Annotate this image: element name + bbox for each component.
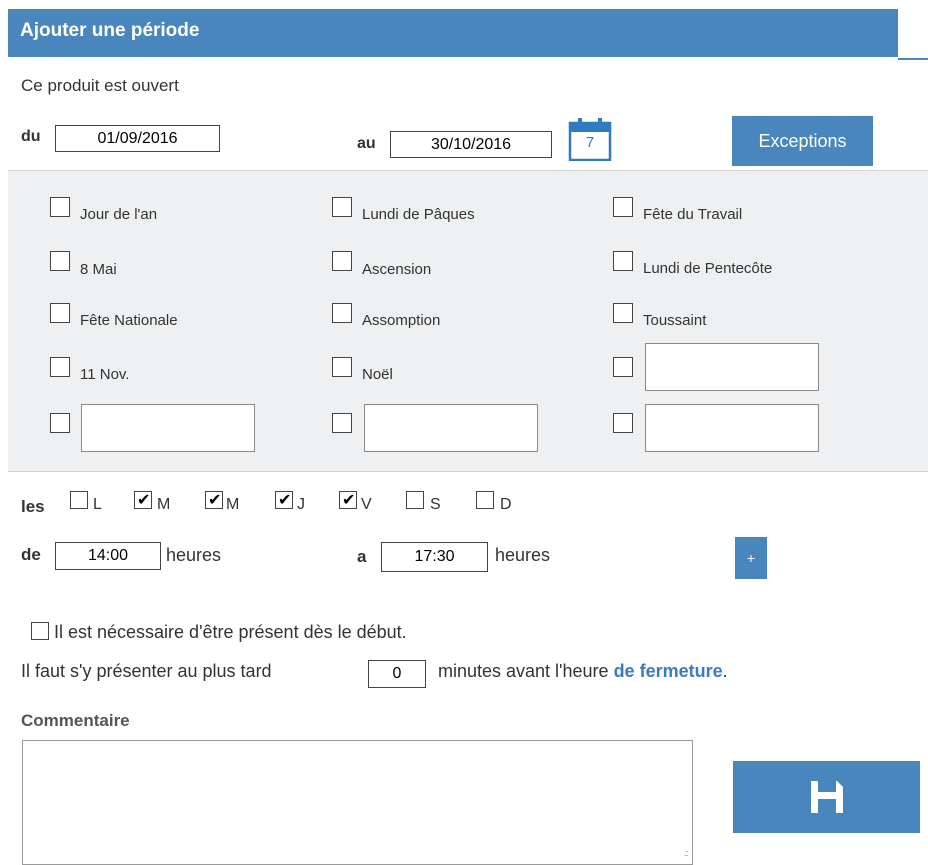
day-checkbox-tuesday[interactable]: ✔	[134, 491, 152, 509]
add-hours-button[interactable]: +	[735, 537, 767, 579]
day-letter: L	[93, 496, 102, 513]
custom-holiday-input[interactable]	[364, 404, 538, 452]
day-checkbox-monday[interactable]	[70, 491, 88, 509]
custom-holiday-input[interactable]	[81, 404, 255, 452]
day-checkbox-sunday[interactable]	[476, 491, 494, 509]
day-checkbox-friday[interactable]: ✔	[339, 491, 357, 509]
day-letter: D	[500, 496, 512, 513]
from-date-input[interactable]: 01/09/2016	[55, 125, 220, 152]
holiday-label: Lundi de Pentecôte	[643, 260, 773, 277]
check-icon: ✔	[342, 490, 356, 509]
check-icon: ✔	[208, 490, 222, 509]
day-letter: J	[297, 496, 305, 513]
holiday-label: Fête du Travail	[643, 206, 743, 223]
day-letter: S	[430, 496, 441, 513]
custom-holiday-checkbox[interactable]	[332, 413, 352, 433]
comment-label: Commentaire	[21, 711, 130, 730]
holiday-checkbox[interactable]	[332, 303, 352, 323]
hours-to-unit: heures	[495, 545, 551, 565]
calendar-icon[interactable]: 7	[568, 117, 612, 162]
from-date-label: du	[21, 128, 41, 145]
to-date-label: au	[357, 135, 376, 152]
custom-holiday-input[interactable]	[645, 343, 819, 391]
latest-minutes-input[interactable]: 0	[368, 660, 426, 688]
day-letter: M	[157, 496, 171, 513]
custom-holiday-input[interactable]	[645, 404, 819, 452]
comment-textarea[interactable]: .::	[22, 740, 693, 865]
holidays-panel: Jour de l'an Lundi de Pâques Fête du Tra…	[8, 170, 928, 472]
holiday-label: Assomption	[362, 312, 441, 329]
days-label: les	[21, 497, 45, 516]
latest-arrival-period: .	[722, 661, 728, 681]
holiday-checkbox[interactable]	[332, 357, 352, 377]
custom-holiday-checkbox[interactable]	[613, 357, 633, 377]
latest-arrival-suffix: minutes avant l'heure de fermeture.	[438, 661, 728, 682]
holiday-label: Toussaint	[643, 312, 707, 329]
holiday-checkbox[interactable]	[332, 251, 352, 271]
dialog-header: Ajouter une période	[8, 9, 898, 57]
must-be-present-label: Il est nécessaire d'être présent dès le …	[54, 622, 407, 642]
holiday-label: 8 Mai	[80, 261, 117, 278]
day-letter: V	[361, 496, 372, 513]
holiday-checkbox[interactable]	[50, 197, 70, 217]
hours-to-input[interactable]: 17:30	[381, 542, 488, 572]
latest-arrival-middle: minutes avant l'heure	[438, 661, 609, 681]
day-checkbox-thursday[interactable]: ✔	[275, 491, 293, 509]
dialog-title: Ajouter une période	[20, 20, 200, 41]
hours-from-input[interactable]: 14:00	[55, 542, 161, 570]
custom-holiday-checkbox[interactable]	[613, 413, 633, 433]
holiday-label: Noël	[362, 366, 393, 383]
hours-from-unit: heures	[166, 545, 222, 565]
hours-to-label: a	[357, 547, 367, 566]
holiday-checkbox[interactable]	[613, 251, 633, 271]
closing-time-link[interactable]: de fermeture	[614, 661, 723, 681]
holiday-checkbox[interactable]	[613, 303, 633, 323]
holiday-label: Jour de l'an	[80, 206, 158, 223]
holiday-checkbox[interactable]	[332, 197, 352, 217]
latest-arrival-prefix: Il faut s'y présenter au plus tard	[21, 661, 272, 681]
holiday-checkbox[interactable]	[50, 303, 70, 323]
custom-holiday-checkbox[interactable]	[50, 413, 70, 433]
holiday-checkbox[interactable]	[50, 251, 70, 271]
calendar-day-number: 7	[585, 134, 595, 151]
hours-from-label: de	[21, 545, 41, 564]
holiday-checkbox[interactable]	[50, 357, 70, 377]
resize-grip-icon[interactable]: .::	[683, 848, 688, 858]
floppy-disk-icon	[810, 781, 843, 813]
check-icon: ✔	[278, 490, 292, 509]
day-checkbox-wednesday[interactable]: ✔	[205, 491, 223, 509]
check-icon: ✔	[137, 490, 151, 509]
exceptions-button[interactable]: Exceptions	[732, 116, 873, 166]
day-letter: M	[226, 496, 240, 513]
to-date-input[interactable]: 30/10/2016	[390, 131, 552, 158]
must-be-present-checkbox[interactable]	[31, 622, 49, 640]
intro-text: Ce produit est ouvert	[21, 76, 179, 95]
holiday-label: Fête Nationale	[80, 312, 178, 329]
holiday-label: Lundi de Pâques	[362, 206, 475, 223]
holiday-label: 11 Nov.	[80, 366, 130, 383]
holiday-checkbox[interactable]	[613, 197, 633, 217]
holiday-label: Ascension	[362, 261, 432, 278]
header-divider	[898, 58, 928, 60]
save-button[interactable]	[733, 761, 920, 833]
day-checkbox-saturday[interactable]	[406, 491, 424, 509]
